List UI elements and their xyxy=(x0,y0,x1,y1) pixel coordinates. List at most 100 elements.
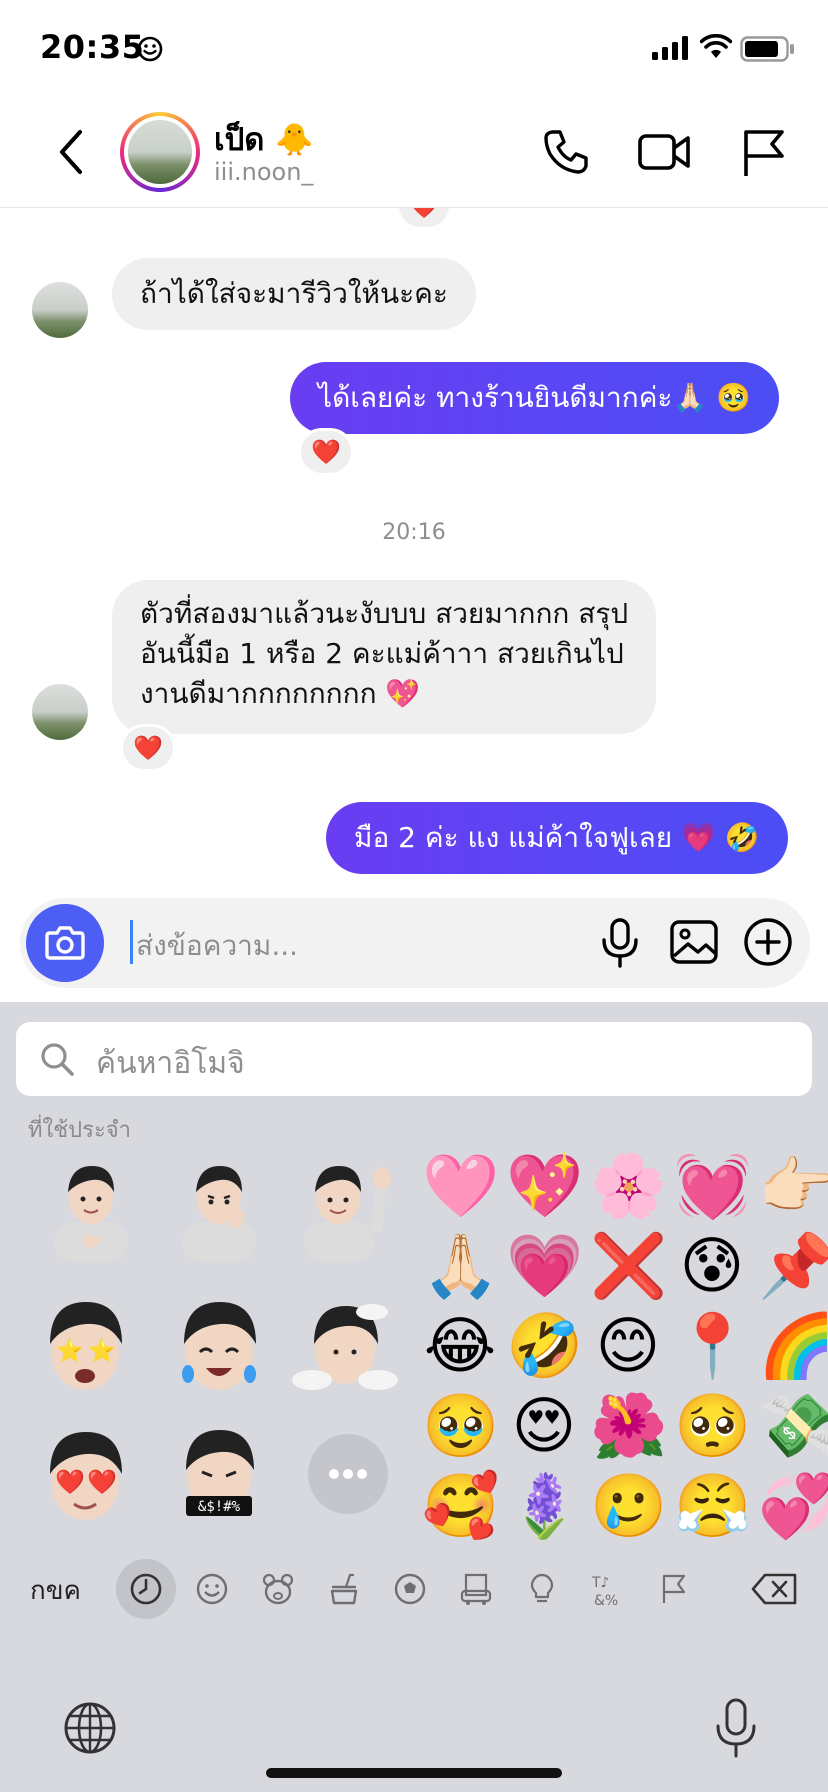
cellular-signal-icon xyxy=(652,36,688,60)
emoji-pushpin[interactable]: 📌 xyxy=(758,1228,828,1304)
message-text: ได้เลยค่ะ ทางร้านยินดีมากค่ะ🙏🏻 🥹 xyxy=(318,381,752,414)
emoji-cross-mark[interactable]: ❌ xyxy=(590,1228,667,1304)
wifi-icon xyxy=(700,34,732,58)
category-food[interactable] xyxy=(314,1559,374,1619)
emoji-pointing-right[interactable]: 👉🏻 xyxy=(758,1148,828,1224)
svg-text:T♪: T♪ xyxy=(591,1575,610,1591)
memoji-heart-hands-sticker[interactable] xyxy=(36,1152,146,1262)
emoji-keyboard: ค้นหาอิโมจิ ที่ใช้ประจำ ⭐ ⭐ ❤️ ❤️ &$!#% … xyxy=(0,1002,828,1792)
category-flags[interactable] xyxy=(644,1559,704,1619)
back-chevron-icon[interactable] xyxy=(52,126,92,178)
memoji-heart-eyes-sticker[interactable]: ❤️ ❤️ xyxy=(30,1422,140,1532)
emoji-revolving-hearts[interactable]: 💞 xyxy=(758,1468,828,1544)
message-line: งานดีมากกกกกกกก 💖 xyxy=(140,677,421,710)
contact-avatar[interactable] xyxy=(120,112,200,192)
category-symbols[interactable]: T♪ &% xyxy=(578,1559,638,1619)
category-objects[interactable] xyxy=(512,1559,572,1619)
sender-avatar[interactable] xyxy=(32,684,88,740)
search-icon xyxy=(41,1043,74,1076)
category-animals[interactable] xyxy=(248,1559,308,1619)
category-activity[interactable] xyxy=(380,1559,440,1619)
svg-text:❤️: ❤️ xyxy=(87,1468,117,1496)
contact-name[interactable]: เป็ด 🐥 xyxy=(214,114,314,164)
emoji-pink-heart[interactable]: 🩷 xyxy=(422,1148,499,1224)
emoji-smiling-hearts[interactable]: 🥰 xyxy=(422,1468,499,1544)
emoji-search-field[interactable]: ค้นหาอิโมจิ xyxy=(16,1022,812,1096)
message-timestamp: 20:16 xyxy=(382,520,446,545)
delete-key[interactable] xyxy=(744,1559,806,1619)
svg-text:⭐: ⭐ xyxy=(88,1338,115,1364)
sender-avatar[interactable] xyxy=(32,282,88,338)
emoji-smiling-tear[interactable]: 🥲 xyxy=(590,1468,667,1544)
emoji-sparkling-heart[interactable]: 💖 xyxy=(506,1148,583,1224)
outgoing-message[interactable]: มือ 2 ค่ะ แง แม่ค้าใจฟูเลย 💗 🤣 xyxy=(326,802,788,874)
emoji-rainbow[interactable]: 🌈 xyxy=(758,1308,828,1384)
svg-text:&%: &% xyxy=(594,1593,618,1609)
backspace-icon xyxy=(751,1573,797,1605)
globe-icon[interactable] xyxy=(62,1700,118,1756)
emoji-tears-of-joy[interactable]: 😂 xyxy=(422,1308,498,1384)
more-dots-icon xyxy=(329,1469,367,1479)
emoji-folded-hands[interactable]: 🙏🏻 xyxy=(422,1228,499,1304)
emoji-search-placeholder: ค้นหาอิโมจิ xyxy=(96,1046,245,1081)
camera-button[interactable] xyxy=(26,904,104,982)
add-icon[interactable] xyxy=(740,914,796,970)
memoji-waving-sticker[interactable] xyxy=(290,1152,400,1262)
contact-handle[interactable]: iii.noon_ xyxy=(214,158,313,186)
category-recent[interactable] xyxy=(116,1559,176,1619)
emoji-hibiscus[interactable]: 🌺 xyxy=(590,1388,667,1464)
memoji-swearing-sticker[interactable]: &$!#% xyxy=(164,1422,274,1532)
home-indicator[interactable] xyxy=(266,1768,562,1778)
censor-symbols: &$!#% xyxy=(198,1499,241,1515)
emoji-beating-heart[interactable]: 💓 xyxy=(674,1148,751,1224)
emoji-anxious-sweat[interactable]: 😰 xyxy=(674,1228,750,1304)
category-smileys[interactable] xyxy=(182,1559,242,1619)
status-bar: 20:35 xyxy=(0,0,828,96)
battery-icon xyxy=(740,36,794,62)
frequently-used-label: ที่ใช้ประจำ xyxy=(28,1118,132,1143)
message-input[interactable]: ส่งข้อความ... xyxy=(136,924,298,968)
flag-icon[interactable] xyxy=(736,124,792,180)
incoming-message[interactable]: ถ้าได้ใส่จะมารีวิวให้นะคะ xyxy=(112,258,476,330)
emoji-triumph[interactable]: 😤 xyxy=(674,1468,751,1544)
symbols-icon: T♪ &% xyxy=(591,1575,618,1609)
emoji-holding-back-tears[interactable]: 🥹 xyxy=(422,1388,499,1464)
image-gallery-icon[interactable] xyxy=(666,914,722,970)
video-camera-icon[interactable] xyxy=(636,124,692,180)
flag-icon xyxy=(662,1574,686,1603)
chat-header: เป็ด 🐥 iii.noon_ xyxy=(0,96,828,208)
message-text: มือ 2 ค่ะ แง แม่ค้าใจฟูเลย 💗 🤣 xyxy=(354,821,760,854)
reaction-badge[interactable]: ❤️ xyxy=(120,724,176,772)
heart-reaction: ❤️ xyxy=(409,208,439,220)
reaction-badge[interactable]: ❤️ xyxy=(298,428,354,476)
message-line: อันนี้มือ 1 หรือ 2 คะแม่ค้าาา สวยเกินไป xyxy=(140,637,624,670)
status-time: 20:35 xyxy=(40,28,145,66)
reaction-badge[interactable]: ❤️ xyxy=(396,208,452,230)
svg-text:⭐: ⭐ xyxy=(56,1338,83,1364)
emoji-rolling-laughing[interactable]: 🤣 xyxy=(506,1308,583,1384)
outgoing-message[interactable]: ได้เลยค่ะ ทางร้านยินดีมากค่ะ🙏🏻 🥹 xyxy=(290,362,780,434)
more-stickers-button[interactable] xyxy=(308,1434,388,1514)
message-line: ตัวที่สองมาแล้วนะงับบบ สวยมากกก สรุป xyxy=(140,597,629,630)
category-travel[interactable] xyxy=(446,1559,506,1619)
memoji-laughing-tears-sticker[interactable] xyxy=(164,1292,274,1402)
phone-icon[interactable] xyxy=(538,124,594,180)
bear-icon xyxy=(262,1573,294,1605)
message-thread[interactable]: ❤️ ถ้าได้ใส่จะมารีวิวให้นะคะ ได้เลยค่ะ ท… xyxy=(0,208,828,888)
emoji-smiling-eyes[interactable]: 😊 xyxy=(590,1308,666,1384)
emoji-pleading[interactable]: 🥺 xyxy=(674,1388,751,1464)
incoming-message[interactable]: ตัวที่สองมาแล้วนะงับบบ สวยมากกก สรุป อัน… xyxy=(112,580,657,734)
emoji-hyacinth[interactable]: 🪻 xyxy=(506,1468,583,1544)
emoji-heart-eyes[interactable]: 😍 xyxy=(506,1388,582,1464)
microphone-icon[interactable] xyxy=(592,914,648,970)
emoji-money-wings[interactable]: 💸 xyxy=(758,1388,828,1464)
memoji-worried-sticker[interactable] xyxy=(164,1152,274,1262)
memoji-star-eyes-sticker[interactable]: ⭐ ⭐ xyxy=(30,1292,140,1402)
emoji-cherry-blossom[interactable]: 🌸 xyxy=(590,1148,667,1224)
memoji-head-in-clouds-sticker[interactable] xyxy=(290,1292,400,1402)
emoji-growing-heart[interactable]: 💗 xyxy=(506,1228,583,1304)
emoji-round-pushpin[interactable]: 📍 xyxy=(674,1308,751,1384)
text-cursor xyxy=(130,920,133,964)
dictation-microphone-icon[interactable] xyxy=(708,1696,764,1760)
alphabet-keyboard-key[interactable]: กขค xyxy=(30,1570,81,1611)
